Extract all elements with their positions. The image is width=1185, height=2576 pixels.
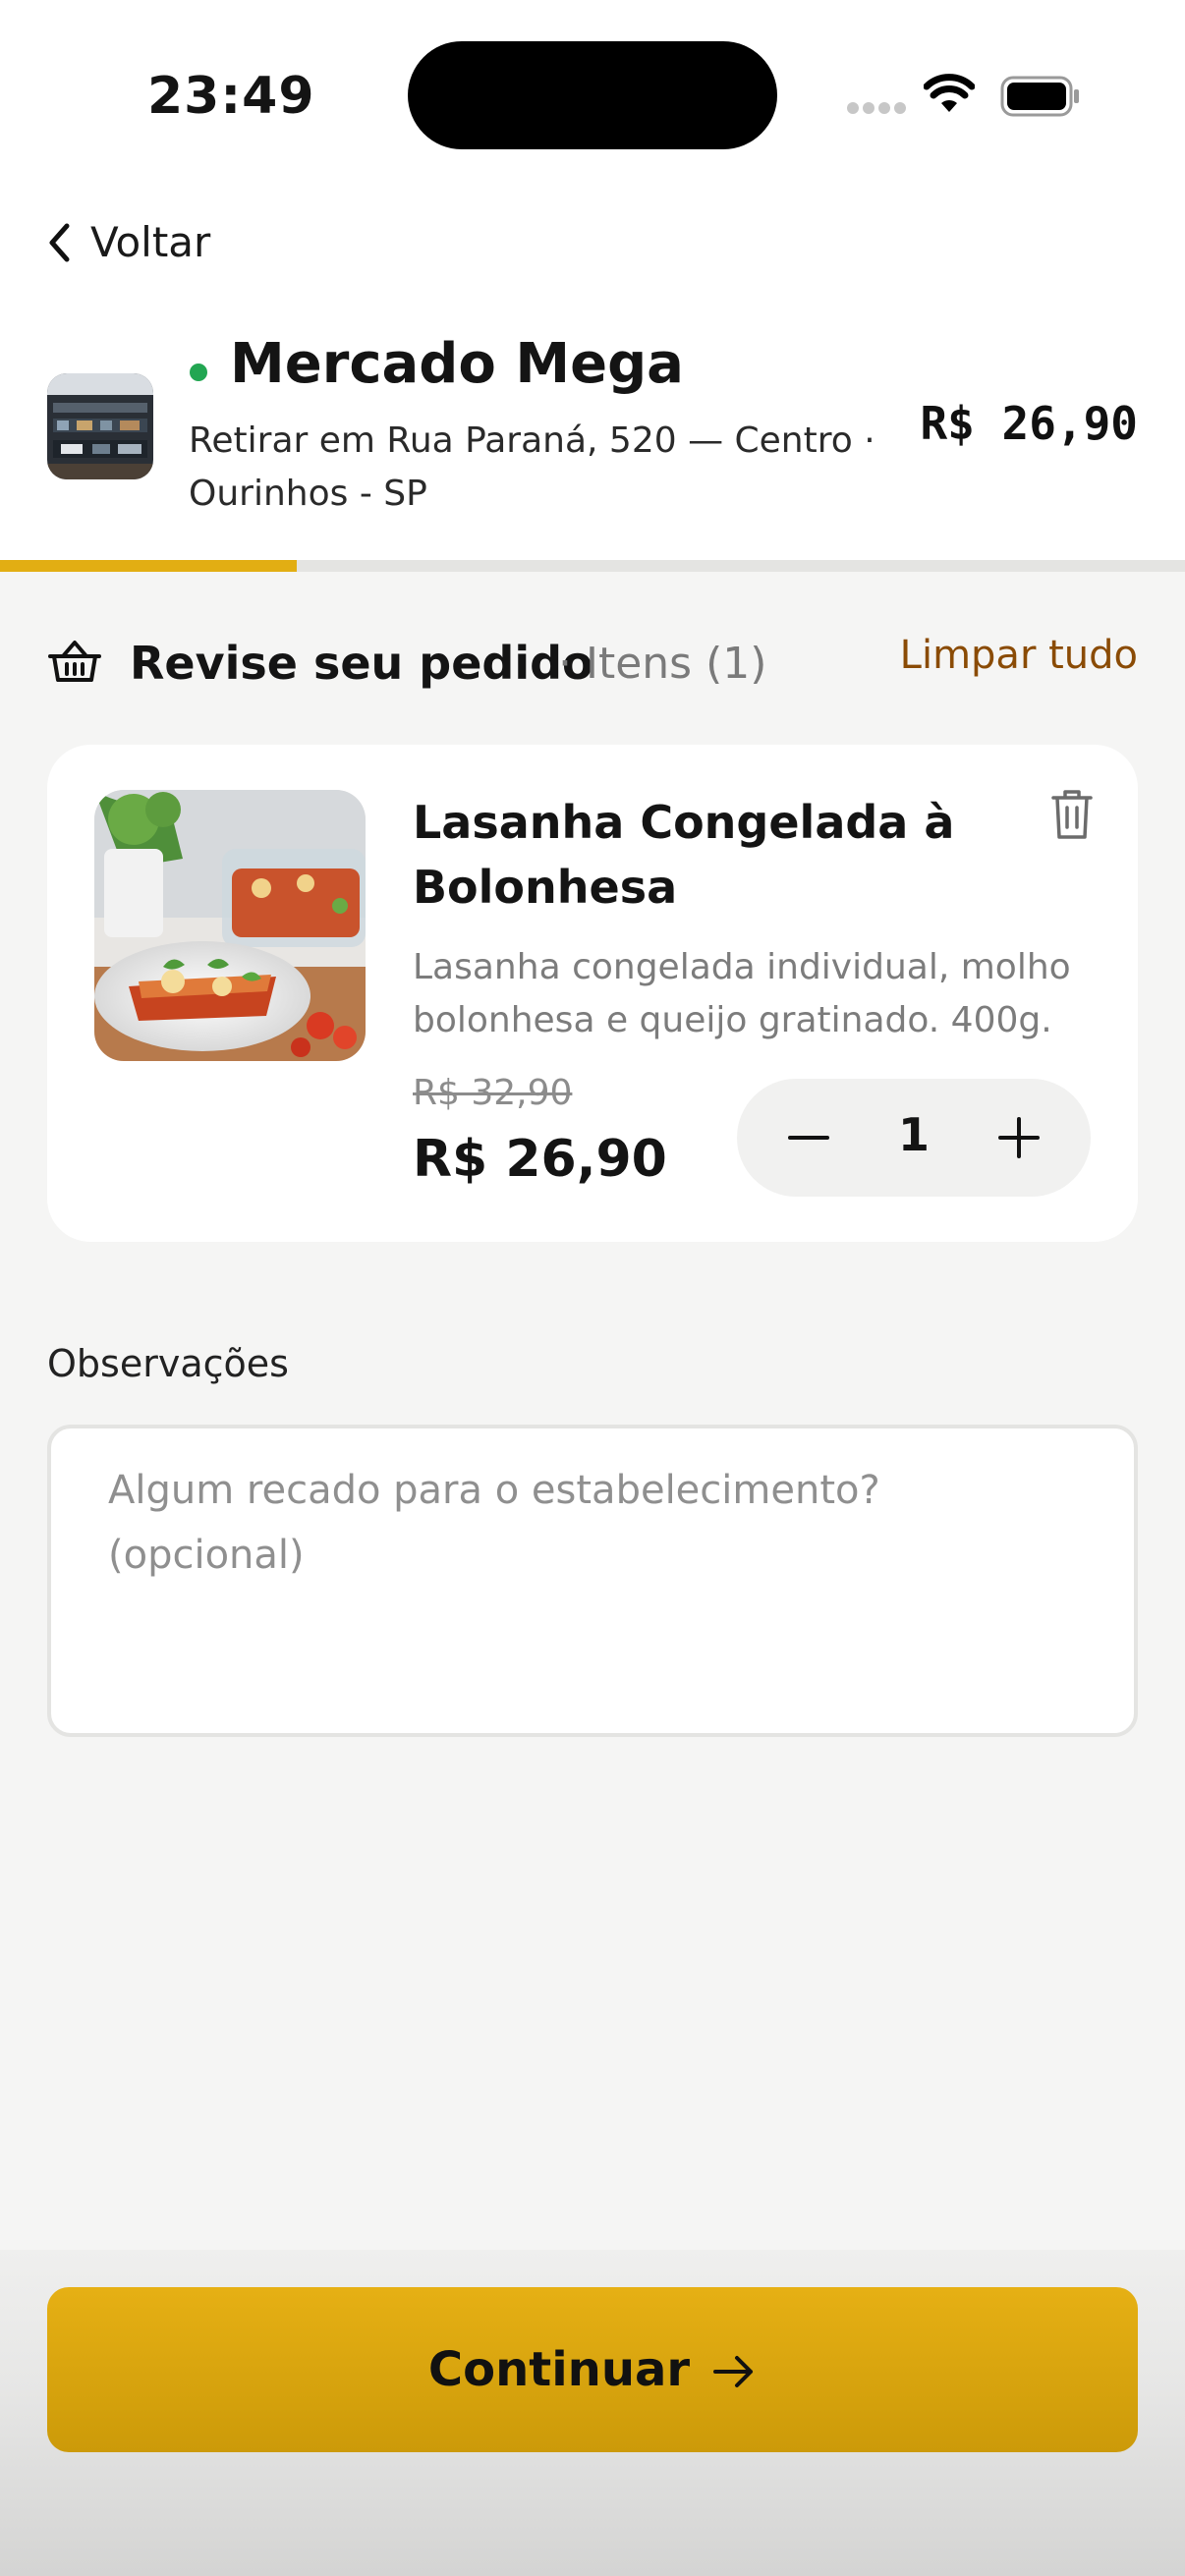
item-price: R$ 26,90 xyxy=(413,1130,667,1189)
store-name: Mercado Mega xyxy=(230,332,684,396)
dynamic-island xyxy=(408,41,777,149)
trash-icon[interactable] xyxy=(1049,788,1095,841)
order-item-count: · Itens (1) xyxy=(558,639,767,689)
item-name: Lasanha Congelada à Bolonhesa xyxy=(413,796,955,914)
back-button[interactable]: Voltar xyxy=(47,218,210,266)
item-description: Lasanha congelada individual, molho bolo… xyxy=(413,947,1071,1040)
order-section-title: Revise seu pedido xyxy=(130,637,593,690)
store-address: Retirar em Rua Paraná, 520 — Centro · Ou… xyxy=(189,420,875,514)
status-time: 23:49 xyxy=(147,67,315,126)
notes-label: Observações xyxy=(47,1342,289,1385)
plus-icon[interactable] xyxy=(996,1115,1042,1160)
quantity-stepper: 1 xyxy=(737,1079,1091,1197)
checkout-progress xyxy=(0,560,1185,572)
store-open-indicator xyxy=(190,364,207,381)
basket-icon xyxy=(48,641,101,682)
store-thumbnail xyxy=(47,373,153,479)
item-old-price: R$ 32,90 xyxy=(413,1073,573,1113)
item-image xyxy=(94,790,366,1061)
notes-field xyxy=(47,1425,1138,1737)
continue-label: Continuar xyxy=(427,2342,691,2397)
order-section-header: Revise seu pedido · Itens (1) Limpar tud… xyxy=(47,633,1138,696)
header-total: R$ 26,90 xyxy=(920,397,1138,450)
notes-input[interactable] xyxy=(108,1458,1071,1694)
continue-button[interactable]: Continuar xyxy=(47,2287,1138,2452)
cellular-signal-icon xyxy=(847,102,906,114)
arrow-right-icon xyxy=(713,2356,754,2387)
chevron-left-icon xyxy=(49,223,70,261)
wifi-icon xyxy=(924,74,975,112)
battery-icon xyxy=(1000,76,1079,117)
checkout-progress-fill xyxy=(0,560,297,572)
clear-all-button[interactable]: Limpar tudo xyxy=(900,633,1138,678)
back-label: Voltar xyxy=(90,218,211,266)
cart-item-card: Lasanha Congelada à Bolonhesa Lasanha co… xyxy=(47,745,1138,1242)
